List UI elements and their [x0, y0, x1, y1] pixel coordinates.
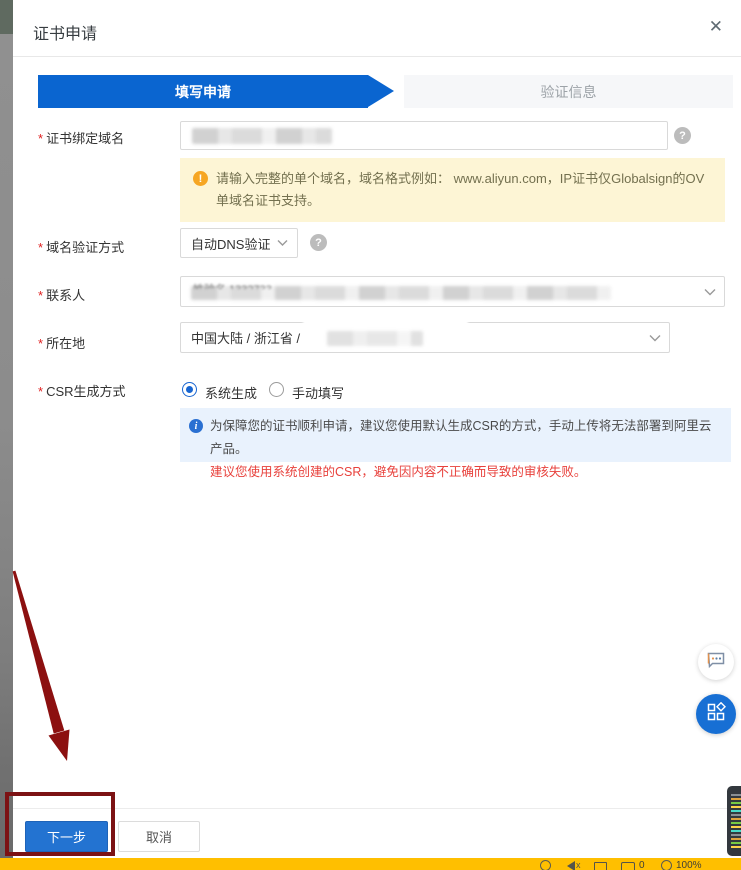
contact-label: *联系人	[38, 285, 85, 304]
csr-label: *CSR生成方式	[38, 381, 126, 400]
csr-radio-manual-label[interactable]: 手动填写	[292, 383, 344, 402]
annotation-highlight-box	[5, 792, 115, 856]
domain-input[interactable]	[180, 121, 668, 150]
certificate-apply-dialog: 证书申请 ✕ 填写申请 验证信息 *证书绑定域名 ? ! 请输入完整的单个域名，…	[13, 0, 741, 858]
camera-count: 0	[639, 860, 645, 870]
dialog-title: 证书申请	[33, 20, 97, 44]
feedback-chat-button[interactable]	[698, 644, 734, 680]
taskbar: x 0 100%	[0, 858, 741, 870]
camera-counter[interactable]: 0	[621, 860, 647, 870]
warning-icon: !	[193, 171, 208, 186]
domain-label: *证书绑定域名	[38, 128, 124, 147]
chevron-down-icon	[649, 334, 660, 341]
csr-info-box: i 为保障您的证书顺利申请，建议您使用默认生成CSR的方式，手动上传将无法部署到…	[180, 408, 731, 462]
location-label: *所在地	[38, 333, 85, 352]
verify-method-label: *域名验证方式	[38, 237, 124, 256]
domain-notice: ! 请输入完整的单个域名，域名格式例如： www.aliyun.com，IP证书…	[180, 158, 725, 222]
chat-bubble-icon	[706, 651, 726, 674]
location-select[interactable]: 中国大陆 / 浙江省 /	[180, 322, 670, 353]
screen: 证书申请 ✕ 填写申请 验证信息 *证书绑定域名 ? ! 请输入完整的单个域名，…	[0, 0, 741, 870]
verify-method-value: 自动DNS验证	[191, 234, 270, 253]
screenshot-tool-palette[interactable]	[727, 786, 741, 856]
required-asterisk: *	[38, 131, 43, 146]
verify-method-help-icon[interactable]: ?	[310, 234, 327, 251]
mute-speaker-icon[interactable]: x	[567, 860, 580, 870]
redacted-location-value	[327, 331, 423, 346]
csr-radio-system[interactable]	[182, 382, 197, 397]
csr-info-line1: 为保障您的证书顺利申请，建议您使用默认生成CSR的方式，手动上传将无法部署到阿里…	[210, 415, 721, 461]
step-fill-application[interactable]: 填写申请	[38, 75, 368, 108]
chevron-down-icon	[277, 240, 288, 247]
verify-method-select[interactable]: 自动DNS验证	[180, 228, 298, 258]
dialog-header: 证书申请 ✕	[13, 0, 741, 57]
csr-radio-system-label[interactable]: 系统生成	[205, 383, 257, 402]
location-value: 中国大陆 / 浙江省 /	[191, 328, 300, 347]
timer-icon[interactable]	[540, 860, 553, 870]
csr-radio-manual[interactable]	[269, 382, 284, 397]
chevron-down-icon	[704, 288, 715, 295]
close-icon[interactable]: ✕	[709, 18, 723, 35]
footer-divider	[13, 808, 741, 809]
info-icon: i	[189, 419, 203, 433]
taskbar-items: x 0 100%	[540, 860, 703, 870]
contact-select[interactable]: 姓验名 1332733	[180, 276, 725, 307]
zoom-control[interactable]: 100%	[661, 860, 703, 870]
redaction-smudge	[303, 316, 468, 325]
step-verify-info[interactable]: 验证信息	[404, 75, 733, 108]
palette-stripes	[731, 794, 741, 848]
redacted-contact-texttop: 姓验名 1332733	[193, 281, 313, 289]
apps-grid-icon	[707, 702, 726, 726]
redacted-domain-value	[192, 128, 332, 144]
background-page-strip	[0, 0, 13, 858]
domain-help-icon[interactable]: ?	[674, 127, 691, 144]
quick-apps-button[interactable]	[696, 694, 736, 734]
domain-notice-text: 请输入完整的单个域名，域名格式例如： www.aliyun.com，IP证书仅G…	[216, 171, 704, 208]
step-arrow-shape	[368, 75, 394, 107]
cancel-button[interactable]: 取消	[118, 821, 200, 852]
zoom-level: 100%	[676, 860, 702, 870]
csr-info-line2: 建议您使用系统创建的CSR，避免因内容不正确而导致的审核失败。	[210, 461, 721, 484]
printer-icon[interactable]	[594, 860, 607, 870]
